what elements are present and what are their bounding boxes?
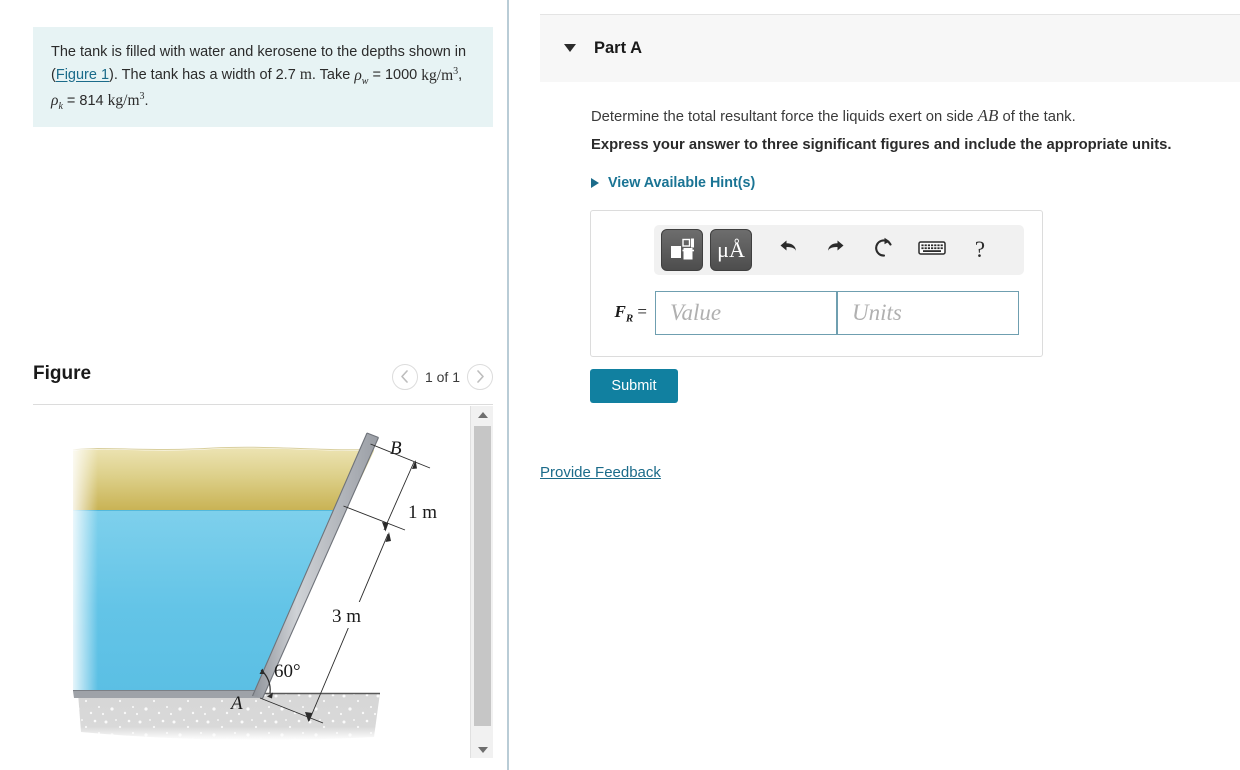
- reset-circular-arrow-icon: [873, 237, 895, 264]
- answer-input-row: FR =: [591, 291, 1044, 335]
- figure-prev-button[interactable]: [391, 364, 418, 390]
- reset-button[interactable]: [860, 229, 908, 271]
- figure-title: Figure: [33, 363, 92, 384]
- instruction-text: Express your answer to three significant…: [591, 137, 1172, 153]
- question-math-ab: AB: [977, 106, 999, 125]
- scroll-down-arrow-icon[interactable]: [471, 741, 493, 758]
- tank-diagram: B A 60° 1 m 3 m: [70, 432, 453, 741]
- rho-water-symbol: ρw: [354, 66, 369, 87]
- view-hints-label: View Available Hint(s): [608, 175, 756, 191]
- answer-entry-box: μÅ ? FR = Value Units: [590, 210, 1043, 357]
- problem-statement: The tank is filled with water and kerose…: [33, 27, 493, 127]
- rho-kerosene-equals: = 814: [62, 93, 108, 110]
- part-a-header[interactable]: Part A: [540, 14, 1240, 82]
- figure-1-link[interactable]: Figure 1: [56, 68, 109, 84]
- answer-units-input[interactable]: [837, 291, 1019, 335]
- provide-feedback-link[interactable]: Provide Feedback: [540, 464, 661, 481]
- redo-button[interactable]: [812, 229, 860, 271]
- keyboard-icon: [918, 239, 946, 262]
- part-a-label: Part A: [594, 39, 642, 57]
- figure-header: Figure 1 of 1: [33, 360, 493, 405]
- figure-1-link-text: Figure 1: [55, 67, 110, 84]
- answer-value-input[interactable]: [655, 291, 837, 335]
- undo-button[interactable]: [764, 229, 812, 271]
- answer-variable-label: FR =: [591, 302, 655, 324]
- left-panel: The tank is filled with water and kerose…: [0, 0, 508, 770]
- math-toolbar: μÅ ?: [654, 225, 1024, 275]
- keyboard-button[interactable]: [908, 229, 956, 271]
- figure-viewport: B A 60° 1 m 3 m: [33, 406, 493, 758]
- figure-label-dim-bottom: 3 m: [332, 606, 361, 627]
- redo-arrow-icon: [825, 238, 847, 263]
- math-template-icon[interactable]: [661, 229, 703, 271]
- variable-symbol: F: [614, 301, 626, 321]
- figure-page-count: 1 of 1: [424, 369, 460, 385]
- caret-down-icon[interactable]: [564, 44, 576, 52]
- rho-water-unit: kg/m3: [421, 65, 459, 84]
- figure-label-A: A: [229, 693, 243, 714]
- rho-water-equals: = 1000: [368, 67, 422, 84]
- question-text-pre: Determine the total resultant force the …: [591, 109, 978, 125]
- chevron-right-icon: [476, 369, 485, 385]
- view-hints-button[interactable]: View Available Hint(s): [591, 175, 755, 191]
- rho-kerosene-unit: kg/m3: [107, 91, 145, 110]
- problem-text-3: . Take: [311, 67, 355, 84]
- units-symbol-button[interactable]: μÅ: [710, 229, 752, 271]
- tank-width-unit: m: [299, 66, 312, 84]
- scroll-up-arrow-icon[interactable]: [471, 406, 493, 423]
- figure-label-dim-top: 1 m: [408, 502, 437, 523]
- figure-label-angle: 60°: [274, 661, 301, 682]
- caret-right-icon: [591, 178, 599, 188]
- question-mark-icon: ?: [974, 237, 986, 262]
- figure-scrollbar[interactable]: [470, 406, 493, 758]
- rho-kerosene-symbol: ρk: [51, 92, 63, 113]
- submit-button[interactable]: Submit: [590, 369, 678, 403]
- question-text: Determine the total resultant force the …: [591, 103, 1231, 129]
- equals-sign: =: [633, 301, 647, 321]
- figure-next-button[interactable]: [467, 364, 493, 390]
- chevron-left-icon: [400, 369, 409, 385]
- page-root: The tank is filled with water and kerose…: [0, 0, 1240, 770]
- question-text-post: of the tank.: [998, 109, 1076, 125]
- figure-pager: 1 of 1: [391, 364, 493, 390]
- undo-arrow-icon: [777, 238, 799, 263]
- help-button[interactable]: ?: [956, 229, 1004, 271]
- right-panel: Part A Determine the total resultant for…: [509, 0, 1240, 770]
- scroll-thumb[interactable]: [474, 426, 491, 726]
- problem-text-2: ). The tank has a width of 2.7: [109, 67, 300, 84]
- units-symbol-label: μÅ: [717, 237, 745, 262]
